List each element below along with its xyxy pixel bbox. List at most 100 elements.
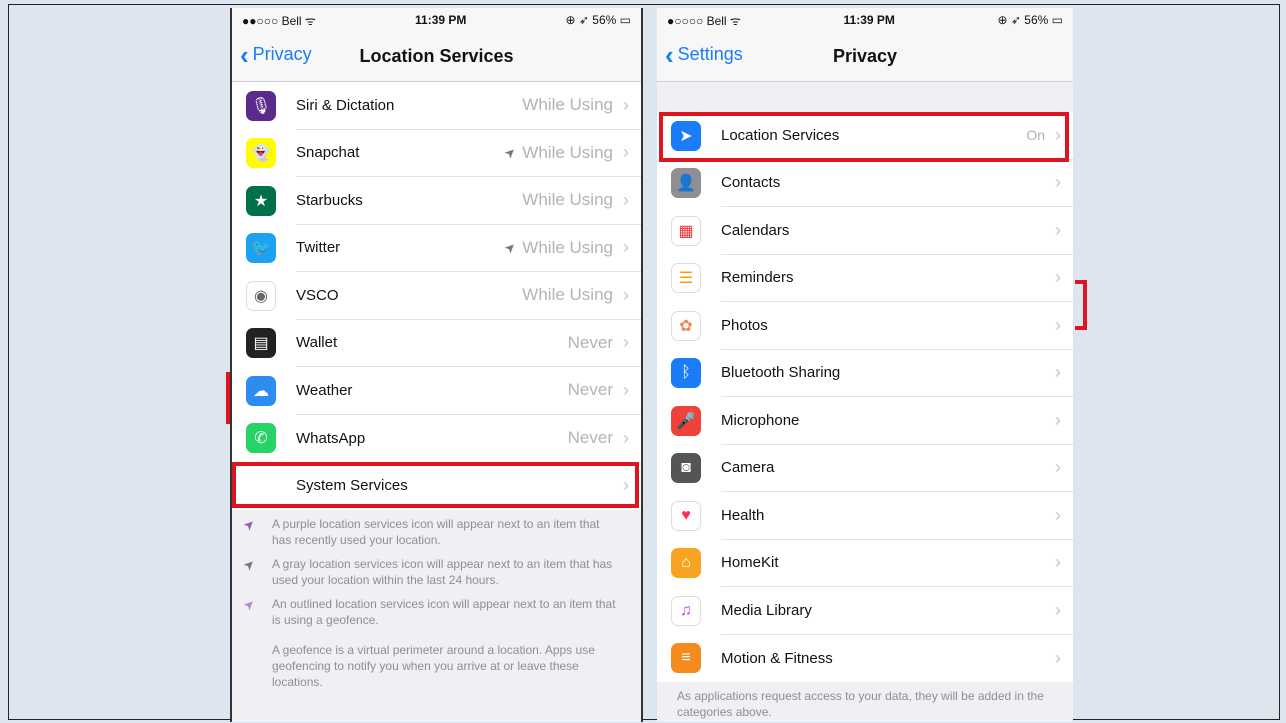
list-row[interactable]: ♫ Media Library ›	[657, 587, 1073, 635]
chevron-right-icon: ›	[1055, 219, 1061, 240]
row-label: WhatsApp	[296, 429, 366, 447]
camera-icon: ◙	[671, 453, 701, 484]
row-label: Snapchat	[296, 144, 360, 162]
row-value-text: Never	[567, 428, 613, 448]
row-value: ➤ While Using	[501, 142, 613, 163]
list-row[interactable]: ★ Starbucks While Using ›	[232, 177, 641, 225]
row-value-text: On	[1026, 127, 1045, 144]
row-value: ➤ While Using	[501, 237, 613, 258]
row-label: Wallet	[296, 334, 338, 352]
row-label: Motion & Fitness	[721, 649, 833, 667]
wallet-icon: ▤	[246, 328, 276, 359]
row-value: Never	[568, 333, 613, 353]
row-value: On	[1026, 127, 1045, 143]
list-row[interactable]: ☰ Reminders ›	[657, 255, 1073, 302]
row-label: Microphone	[721, 411, 800, 429]
calendar-icon: ▦	[671, 215, 701, 246]
list-row[interactable]: 👻 Snapchat ➤ While Using ›	[232, 130, 641, 177]
location-arrow-icon: ➤	[239, 554, 259, 574]
list-row[interactable]: ☁ Weather Never ›	[232, 367, 641, 415]
privacy-footer: As applications request access to your d…	[677, 689, 1044, 719]
row-label: Contacts	[721, 174, 781, 192]
reminders-icon: ☰	[671, 263, 701, 294]
back-button[interactable]: ‹ Privacy	[240, 39, 312, 70]
list-row[interactable]: 🎤 Microphone ›	[657, 397, 1073, 445]
row-label: Photos	[721, 316, 768, 334]
system-services-label: System Services	[296, 477, 408, 495]
siri-icon: 🎙	[246, 90, 276, 121]
back-label: Settings	[677, 44, 743, 64]
row-value: Never	[568, 380, 613, 400]
nav-bar: ‹ Settings Privacy	[657, 32, 1073, 82]
whatsapp-icon: ✆	[246, 423, 276, 454]
list-row[interactable]: 👤 Contacts ›	[657, 160, 1073, 207]
system-services-row[interactable]: System Services ›	[232, 462, 641, 510]
privacy-list: ➤ Location Services On › 👤 Contacts › ▦ Calendar…	[657, 112, 1073, 682]
motion-icon: ≡	[671, 643, 701, 674]
clock: 11:39 PM	[843, 13, 895, 27]
back-label: Privacy	[252, 44, 312, 64]
list-row[interactable]: ᛒ Bluetooth Sharing ›	[657, 350, 1073, 397]
status-bar: ●○○○○ Bell ᯤ 11:39 PM ⊕ ➶ 56% ▭	[657, 8, 1073, 32]
chevron-right-icon: ›	[623, 189, 629, 210]
list-row[interactable]: ≡ Motion & Fitness ›	[657, 635, 1073, 683]
back-button[interactable]: ‹ Settings	[665, 42, 743, 68]
legend-note-text: A purple location services icon will app…	[272, 516, 600, 547]
row-label: HomeKit	[721, 554, 779, 572]
row-label: Weather	[296, 381, 353, 399]
row-value-text: While Using	[522, 95, 613, 115]
chevron-right-icon: ›	[1055, 409, 1061, 430]
row-label: Starbucks	[296, 191, 363, 209]
health-icon: ♥	[671, 500, 701, 531]
legend-note: ➤ A gray location services icon will appe…	[240, 555, 621, 588]
chevron-right-icon: ›	[623, 142, 629, 163]
location-services-screen: ●●○○○ Bell ᯤ 11:39 PM ⊕ ➶ 56% ▭ ‹ Privac…	[230, 8, 643, 722]
list-row[interactable]: ♥ Health ›	[657, 492, 1073, 540]
row-value: While Using	[522, 190, 613, 210]
row-label: Camera	[721, 459, 775, 477]
chevron-right-icon: ›	[1055, 362, 1061, 383]
chevron-right-icon: ›	[1055, 124, 1061, 145]
photos-icon: ✿	[671, 310, 701, 341]
chevron-right-icon: ›	[623, 427, 629, 448]
row-value-text: While Using	[522, 142, 613, 162]
starbucks-icon: ★	[246, 185, 276, 216]
row-value-text: While Using	[522, 190, 613, 210]
snapchat-icon: 👻	[246, 138, 276, 169]
chevron-left-icon: ‹	[240, 39, 249, 70]
list-row[interactable]: ◙ Camera ›	[657, 445, 1073, 492]
list-row[interactable]: ▤ Wallet Never ›	[232, 320, 641, 367]
row-value: While Using	[522, 285, 613, 305]
list-row[interactable]: ✿ Photos ›	[657, 302, 1073, 350]
chevron-right-icon: ›	[623, 379, 629, 400]
chevron-right-icon: ›	[1055, 599, 1061, 620]
system-services-section: System Services ›	[232, 462, 641, 510]
legend-note-text: A gray location services icon will appea…	[272, 556, 613, 587]
music-icon: ♫	[671, 595, 701, 626]
chevron-right-icon: ›	[623, 94, 629, 115]
bluetooth-icon: ᛒ	[671, 358, 701, 389]
screenshot-frame	[8, 4, 1280, 720]
list-row[interactable]: ⌂ HomeKit ›	[657, 540, 1073, 587]
row-value: While Using	[522, 95, 613, 115]
list-row[interactable]: 🐦 Twitter ➤ While Using ›	[232, 225, 641, 272]
row-label: Location Services	[721, 126, 840, 144]
list-row[interactable]: ✆ WhatsApp Never ›	[232, 415, 641, 463]
contacts-icon: 👤	[671, 168, 701, 199]
chevron-right-icon: ›	[1055, 172, 1061, 193]
microphone-icon: 🎤	[671, 405, 701, 436]
vsco-icon: ◉	[246, 280, 276, 311]
list-row[interactable]: ▦ Calendars ›	[657, 207, 1073, 255]
weather-icon: ☁	[246, 375, 276, 406]
row-label: VSCO	[296, 286, 339, 304]
list-row[interactable]: ◉ VSCO While Using ›	[232, 272, 641, 320]
location-arrow-icon: ➤	[239, 514, 259, 534]
list-row[interactable]: 🎙 Siri & Dictation While Using ›	[232, 82, 641, 130]
chevron-right-icon: ›	[1055, 457, 1061, 478]
list-row[interactable]: ➤ Location Services On ›	[657, 112, 1073, 160]
row-label: Health	[721, 506, 765, 524]
location-icon: ➤	[671, 120, 701, 151]
row-value-text: While Using	[522, 237, 613, 257]
chevron-right-icon: ›	[1055, 647, 1061, 668]
privacy-screen: ●○○○○ Bell ᯤ 11:39 PM ⊕ ➶ 56% ▭ ‹ Settin…	[657, 8, 1073, 722]
